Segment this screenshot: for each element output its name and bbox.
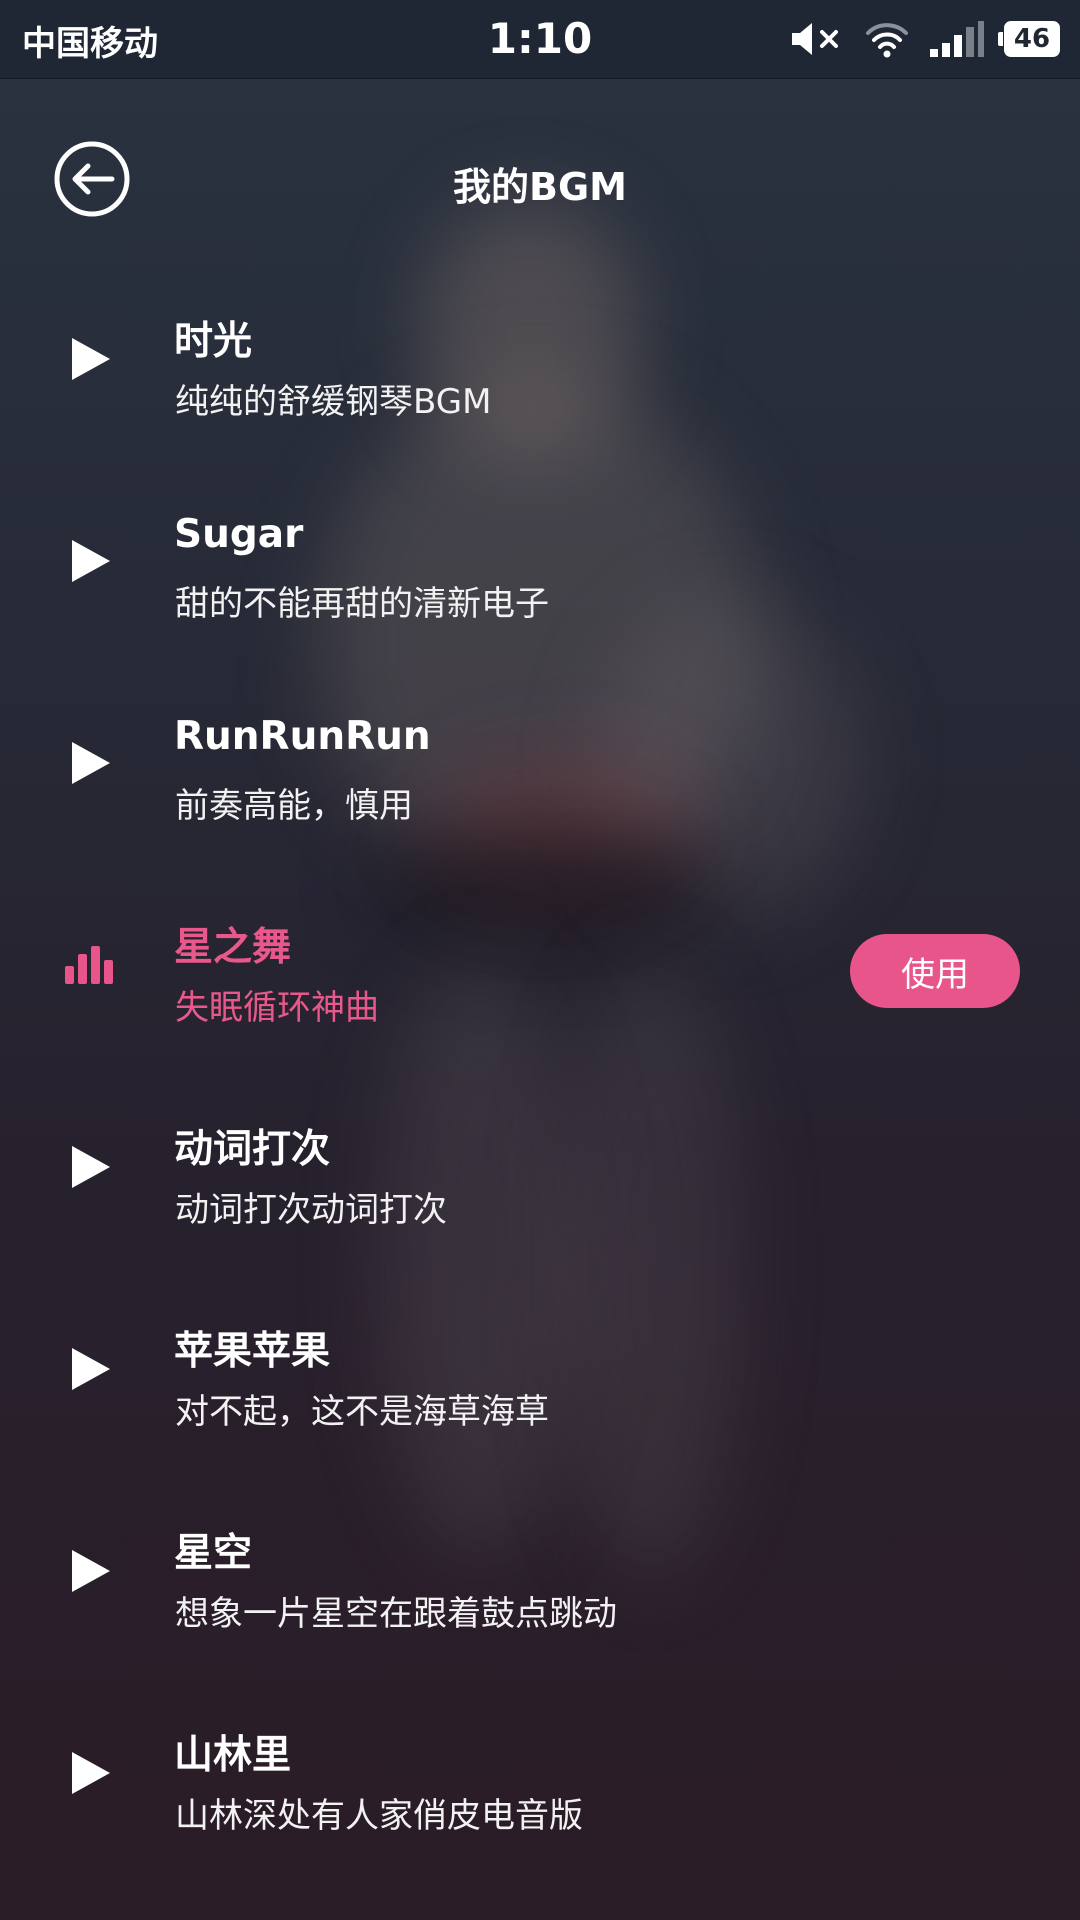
bgm-title: 时光 (174, 319, 253, 364)
list-item[interactable]: RunRunRun 前奏高能，慎用 (0, 664, 1080, 866)
use-button[interactable]: 使用 (850, 934, 1020, 1008)
bgm-title: 星空 (174, 1531, 253, 1576)
bgm-title: 山林里 (174, 1733, 292, 1778)
play-icon[interactable] (70, 1548, 112, 1594)
bgm-title: Sugar (174, 512, 304, 557)
bgm-screen: 中国移动 1:10 46 我的BGM 时光 纯纯的舒缓钢琴BGM Sugar 甜… (0, 0, 1080, 1920)
bgm-description: 动词打次动词打次 (175, 1190, 447, 1230)
bgm-description: 纯纯的舒缓钢琴BGM (175, 382, 492, 422)
play-icon[interactable] (70, 1346, 112, 1392)
list-item[interactable]: Sugar 甜的不能再甜的清新电子 (0, 462, 1080, 664)
playing-bars-icon (65, 946, 113, 984)
list-item[interactable]: 时光 纯纯的舒缓钢琴BGM (0, 260, 1080, 462)
bgm-title: 动词打次 (174, 1127, 331, 1172)
status-bar: 中国移动 1:10 46 (0, 0, 1080, 79)
bgm-description: 对不起，这不是海草海草 (175, 1392, 549, 1432)
bgm-title: RunRunRun (174, 714, 431, 759)
mute-icon (792, 23, 838, 55)
bgm-description: 想象一片星空在跟着鼓点跳动 (175, 1594, 617, 1634)
status-icons: 46 (790, 16, 1060, 62)
play-icon[interactable] (70, 1144, 112, 1190)
play-icon[interactable] (70, 740, 112, 786)
bgm-title: 星之舞 (174, 925, 292, 970)
play-icon[interactable] (70, 336, 112, 382)
bgm-description: 甜的不能再甜的清新电子 (175, 584, 549, 624)
list-item[interactable]: 山林里 山林深处有人家俏皮电音版 (0, 1674, 1080, 1876)
bgm-description: 山林深处有人家俏皮电音版 (175, 1796, 583, 1836)
signal-icon (930, 21, 984, 57)
battery-icon: 46 (998, 21, 1060, 57)
bgm-title: 苹果苹果 (174, 1329, 331, 1374)
list-item[interactable]: 动词打次 动词打次动词打次 (0, 1068, 1080, 1270)
bgm-description: 前奏高能，慎用 (175, 786, 413, 826)
list-item[interactable]: 星空 想象一片星空在跟着鼓点跳动 (0, 1472, 1080, 1674)
bgm-list: 时光 纯纯的舒缓钢琴BGM Sugar 甜的不能再甜的清新电子 RunRunRu… (0, 260, 1080, 1876)
list-item[interactable]: 苹果苹果 对不起，这不是海草海草 (0, 1270, 1080, 1472)
list-item-selected[interactable]: 星之舞 失眠循环神曲 使用 (0, 866, 1080, 1068)
page-title: 我的BGM (453, 165, 627, 209)
wifi-icon (866, 23, 908, 58)
play-icon[interactable] (70, 538, 112, 584)
play-icon[interactable] (70, 1750, 112, 1796)
bgm-description: 失眠循环神曲 (175, 988, 379, 1028)
